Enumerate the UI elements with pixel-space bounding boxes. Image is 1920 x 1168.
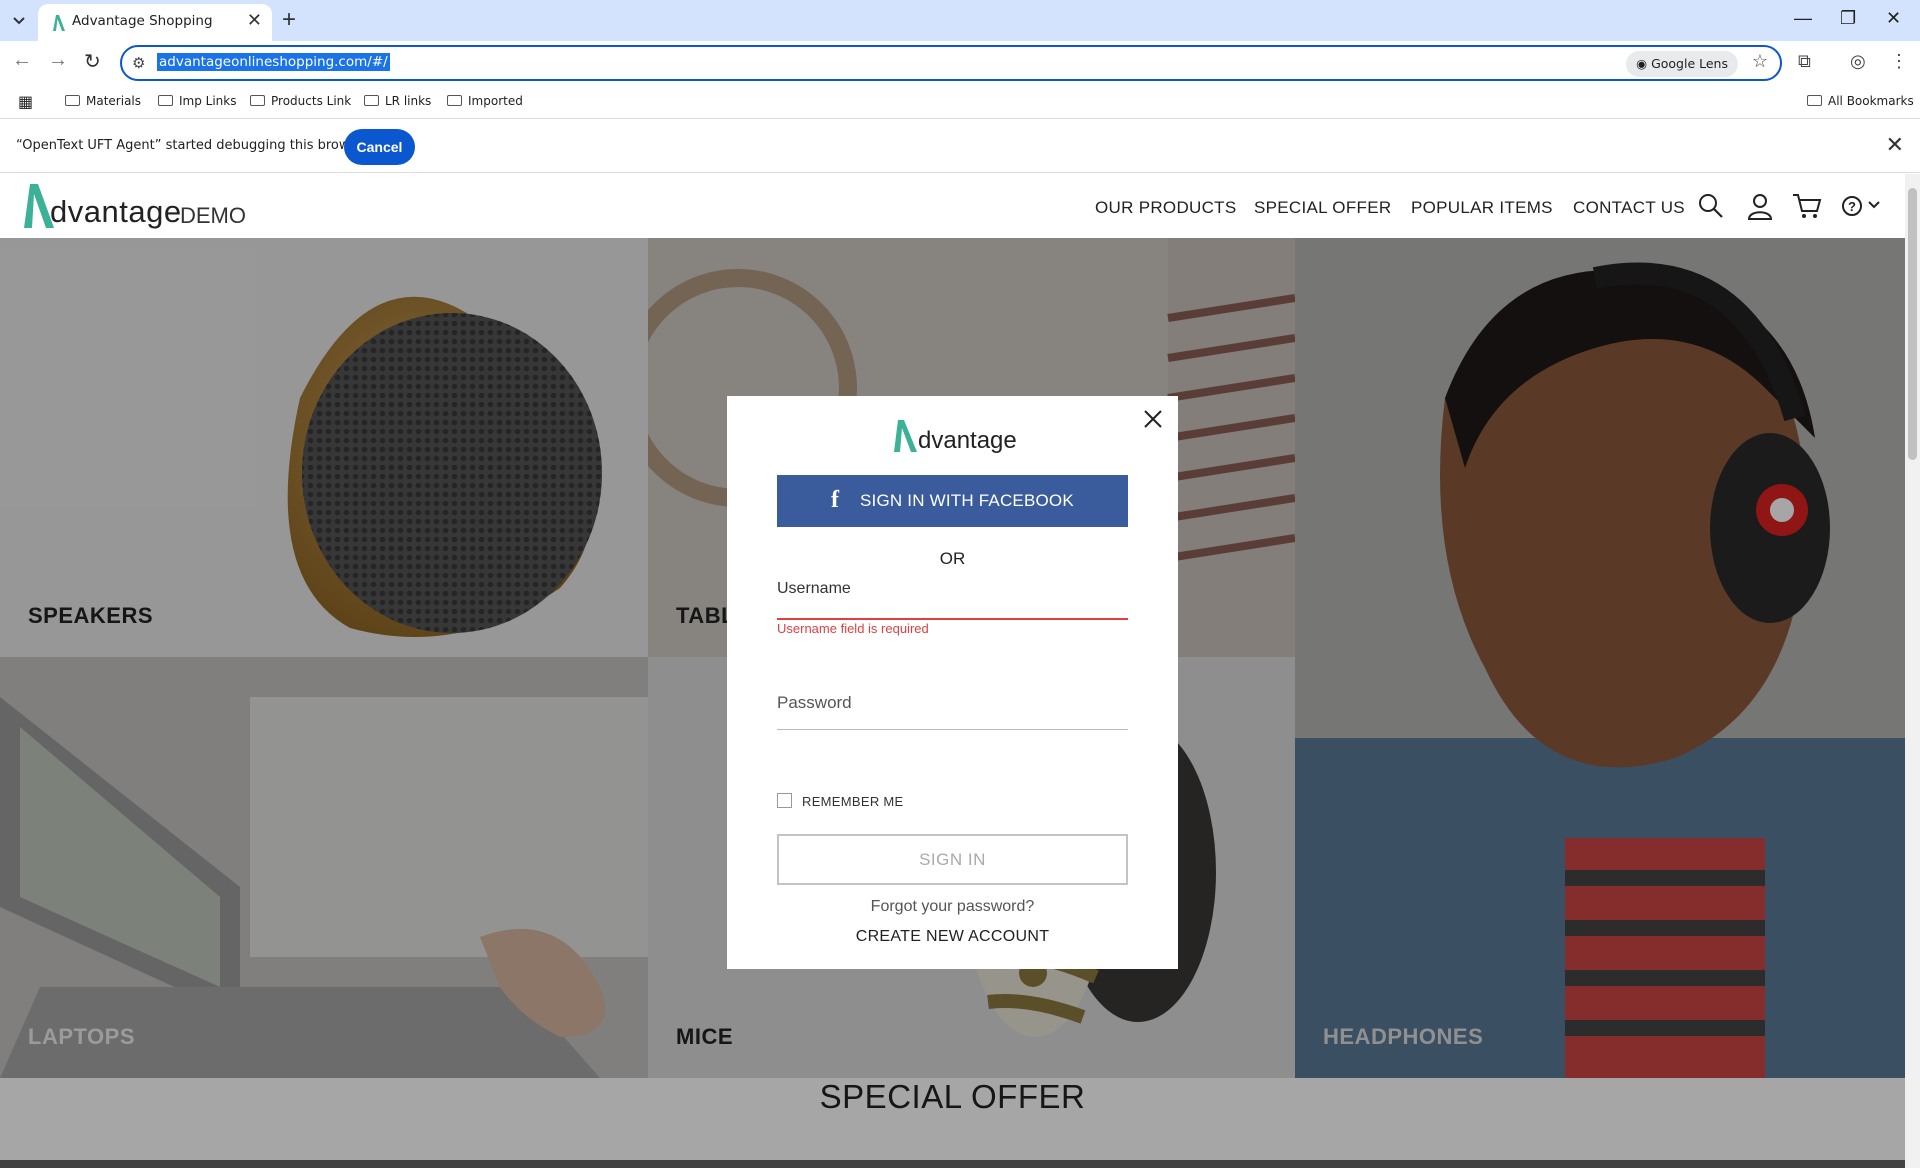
site-header: dvantage DEMO OUR PRODUCTS SPECIAL OFFER… (0, 174, 1905, 238)
bookmarks-bar: ▦ Materials Imp Links Products Link LR l… (0, 86, 1920, 119)
username-error: Username field is required (777, 621, 929, 636)
web-page: dvantage DEMO OUR PRODUCTS SPECIAL OFFER… (0, 174, 1905, 1168)
forgot-password-link[interactable]: Forgot your password? (727, 898, 1178, 916)
extensions-icon[interactable]: ⧉ (1798, 51, 1811, 72)
chevron-down-icon[interactable] (1867, 198, 1881, 212)
apps-grid-icon[interactable]: ▦ (18, 92, 33, 111)
all-bookmarks-folder[interactable]: All Bookmarks (1807, 94, 1914, 108)
bookmark-folder[interactable]: Imp Links (158, 94, 237, 108)
advantage-logo-icon (894, 420, 917, 452)
tab-strip: Advantage Shopping ✕ + — ❐ ✕ (0, 0, 1920, 41)
folder-icon (65, 95, 80, 106)
browser-toolbar: ← → ↻ ⚙ advantageonlineshopping.com/#/ ◉… (0, 41, 1920, 86)
nav-special-offer[interactable]: SPECIAL OFFER (1254, 198, 1391, 218)
nav-popular-items[interactable]: POPULAR ITEMS (1411, 198, 1553, 218)
bookmark-label: Imported (468, 94, 523, 108)
user-icon[interactable] (1746, 192, 1774, 220)
or-divider: OR (939, 549, 966, 568)
cart-icon[interactable] (1792, 192, 1822, 220)
bookmark-folder[interactable]: Materials (65, 94, 141, 108)
reload-icon[interactable]: ↻ (84, 49, 101, 74)
facebook-icon: f (831, 487, 840, 513)
bookmark-label: Products Link (271, 94, 352, 108)
tab-title: Advantage Shopping (72, 13, 213, 29)
logo-demo-label: DEMO (180, 203, 246, 228)
bookmark-folder[interactable]: LR links (364, 94, 431, 108)
folder-icon (250, 95, 265, 106)
minimize-icon[interactable]: — (1794, 8, 1812, 29)
signin-button[interactable]: SIGN IN (777, 834, 1128, 885)
bookmark-star-icon[interactable]: ☆ (1752, 51, 1768, 72)
infobar-cancel-button[interactable]: Cancel (344, 129, 415, 165)
google-lens-button[interactable]: ◉ Google Lens (1626, 51, 1738, 77)
address-bar[interactable]: ⚙ advantageonlineshopping.com/#/ ◉ Googl… (120, 45, 1782, 81)
username-field[interactable]: Username (777, 580, 1128, 620)
browser-tab[interactable]: Advantage Shopping ✕ (38, 4, 272, 41)
create-account-link[interactable]: CREATE NEW ACCOUNT (727, 928, 1178, 946)
help-icon[interactable]: ? (1841, 192, 1869, 220)
folder-icon (364, 95, 379, 106)
infobar-close-icon[interactable]: ✕ (1886, 132, 1904, 158)
bookmark-label: Imp Links (179, 94, 237, 108)
forward-icon[interactable]: → (48, 49, 68, 72)
profile-icon[interactable]: ◎ (1850, 51, 1866, 72)
all-bookmarks-label: All Bookmarks (1828, 94, 1914, 108)
infobar-message: “OpenText UFT Agent” started debugging t… (16, 138, 370, 153)
remember-me-checkbox[interactable] (777, 793, 792, 808)
bookmark-folder[interactable]: Imported (447, 94, 523, 108)
logo-wordmark[interactable]: dvantage (50, 194, 182, 230)
site-info-icon[interactable]: ⚙ (132, 54, 145, 72)
nav-contact-us[interactable]: CONTACT US (1573, 198, 1685, 218)
search-icon[interactable] (1697, 192, 1725, 220)
username-underline (777, 618, 1128, 620)
advantage-favicon-icon (53, 15, 65, 31)
facebook-signin-button[interactable]: f SIGN IN WITH FACEBOOK (777, 475, 1128, 527)
restore-icon[interactable]: ❐ (1840, 8, 1856, 29)
login-modal: dvantage f SIGN IN WITH FACEBOOK OR User… (727, 396, 1178, 969)
folder-icon (447, 95, 462, 106)
svg-text:?: ? (1848, 199, 1856, 214)
bookmark-folder[interactable]: Products Link (250, 94, 351, 108)
modal-close-icon[interactable] (1142, 408, 1164, 430)
bookmark-label: Materials (86, 94, 142, 108)
debugging-infobar: “OpenText UFT Agent” started debugging t… (0, 120, 1920, 173)
google-lens-label: Google Lens (1651, 56, 1728, 71)
folder-icon (158, 95, 173, 106)
back-icon[interactable]: ← (12, 49, 32, 72)
password-label: Password (777, 693, 852, 712)
password-underline (777, 729, 1128, 730)
modal-logo: dvantage (893, 419, 1017, 458)
folder-icon (1807, 95, 1822, 106)
window-close-icon[interactable]: ✕ (1886, 8, 1901, 29)
new-tab-icon[interactable]: + (282, 6, 296, 34)
bookmark-label: LR links (385, 94, 432, 108)
page-scrollbar[interactable] (1905, 174, 1920, 1168)
nav-our-products[interactable]: OUR PRODUCTS (1095, 198, 1237, 218)
facebook-signin-label: SIGN IN WITH FACEBOOK (860, 491, 1074, 510)
menu-kebab-icon[interactable]: ⋮ (1890, 51, 1908, 72)
modal-logo-wordmark: dvantage (918, 427, 1017, 454)
url-text[interactable]: advantageonlineshopping.com/#/ (157, 53, 390, 71)
tab-close-icon[interactable]: ✕ (247, 10, 262, 31)
remember-me-label: REMEMBER ME (802, 794, 904, 809)
scrollbar-thumb[interactable] (1908, 188, 1917, 460)
password-field[interactable]: Password (777, 693, 1128, 733)
tab-search-chevron-icon[interactable] (8, 9, 30, 31)
username-label: Username (777, 580, 851, 597)
